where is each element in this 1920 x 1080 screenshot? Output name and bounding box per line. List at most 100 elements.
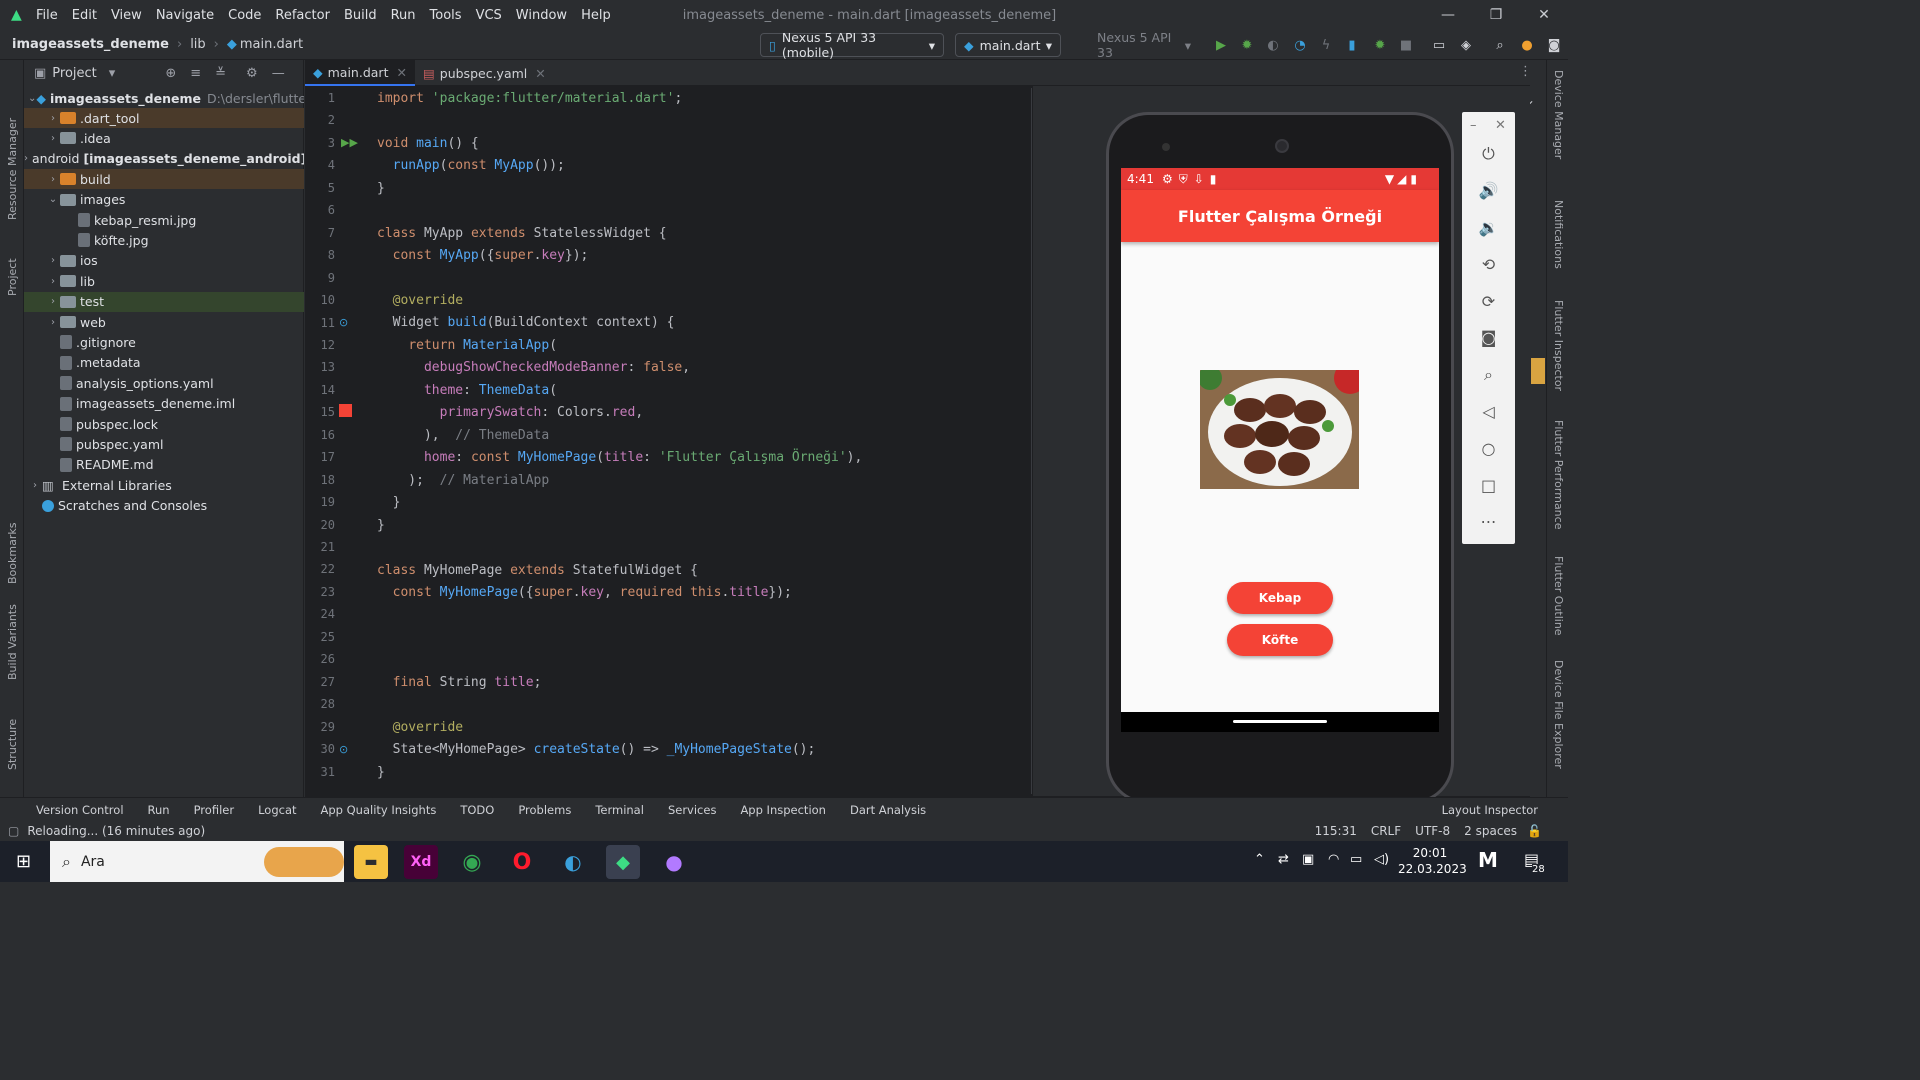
debug-icon[interactable]: ✹ [1239,37,1255,53]
indent-setting[interactable]: 2 spaces [1464,824,1517,838]
chevron-right-icon[interactable]: ⌄ [46,194,60,205]
updates-icon[interactable]: ● [1519,37,1535,53]
collapse-all-icon[interactable]: ≚ [215,66,226,81]
chrome-icon[interactable]: ◉ [455,845,489,879]
project-panel-title[interactable]: Project [52,66,96,81]
tree-root[interactable]: ⌄ ◆ imageassets_deneme D:\dersler\flutte… [24,88,304,108]
menu-run[interactable]: Run [391,8,416,23]
project-tree-item[interactable]: köfte.jpg [24,230,304,250]
device-manager-tab[interactable]: Device Manager [1552,70,1565,159]
chevron-right-icon[interactable]: › [46,133,60,144]
project-tree-item[interactable]: › lib [24,271,304,291]
opera-icon[interactable]: O [505,845,539,879]
profile-icon[interactable]: ◔ [1292,37,1308,53]
tray-chevron-up-icon[interactable]: ⌃ [1254,852,1265,867]
tray-display-icon[interactable]: ▣ [1302,852,1314,867]
chevron-right-icon[interactable]: › [46,113,60,124]
version-control-tab[interactable]: Version Control [36,803,124,817]
run-icon[interactable]: ▶ [1213,37,1229,53]
menu-vcs[interactable]: VCS [476,8,502,23]
project-tree-item[interactable]: analysis_options.yaml [24,373,304,393]
taskbar-clock[interactable]: 20:01 22.03.2023 [1398,845,1467,877]
project-tree-item[interactable]: Scratches and Consoles [24,496,304,516]
menu-code[interactable]: Code [228,8,261,23]
sdk-manager-icon[interactable]: ◈ [1458,37,1474,53]
chevron-right-icon[interactable]: › [28,480,42,491]
menu-tools[interactable]: Tools [430,8,462,23]
override-gutter-icon[interactable]: ⊙ [339,743,348,756]
resource-manager-tab[interactable]: Resource Manager [6,118,19,220]
menu-file[interactable]: File [36,8,58,23]
flutter-performance-tab[interactable]: Flutter Performance [1552,420,1565,529]
search-icon[interactable]: ⌕ [1492,37,1508,53]
run-tab[interactable]: Run [148,803,170,817]
gear-icon[interactable]: ⚙ [246,66,258,81]
more-tabs-icon[interactable]: ⋮ [1519,64,1532,79]
structure-tab[interactable]: Structure [6,719,19,770]
device-selector[interactable]: ▯ Nexus 5 API 33 (mobile) ▾ [760,30,944,60]
problems-tab[interactable]: Problems [518,803,571,817]
menu-build[interactable]: Build [344,8,377,23]
locate-icon[interactable]: ⊕ [165,66,176,81]
volume-down-icon[interactable]: 🔉 [1462,218,1515,237]
volume-icon[interactable]: ◁) [1374,852,1389,867]
project-tree-item[interactable]: › ios [24,251,304,271]
chevron-right-icon[interactable]: › [46,255,60,266]
expand-all-icon[interactable]: ≡ [190,66,201,81]
power-icon[interactable]: ⏻ [1462,144,1515,164]
app-inspection-tab[interactable]: App Inspection [740,803,826,817]
services-tab[interactable]: Services [668,803,717,817]
file-explorer-icon[interactable]: ▬ [354,845,388,879]
chevron-right-icon[interactable]: › [46,296,60,307]
chevron-right-icon[interactable]: › [24,153,28,164]
menu-navigate[interactable]: Navigate [156,8,214,23]
chevron-right-icon[interactable]: › [46,317,60,328]
minimize-emulator-icon[interactable]: – [1470,118,1477,133]
rotate-right-icon[interactable]: ⟳ [1462,292,1515,311]
attach-icon[interactable]: ▮ [1344,37,1360,53]
flutter-outline-tab[interactable]: Flutter Outline [1552,556,1565,636]
tab-main-dart[interactable]: ◆ main.dart ✕ [305,60,415,86]
breadcrumb-project[interactable]: imageassets_deneme [12,37,169,52]
menu-refactor[interactable]: Refactor [275,8,330,23]
profiler-tab[interactable]: Profiler [194,803,235,817]
tab-pubspec-yaml[interactable]: ▤ pubspec.yaml ✕ [415,60,554,86]
home-gesture-handle[interactable] [1233,720,1327,723]
todo-tab[interactable]: TODO [460,803,494,817]
run-config-selector[interactable]: ◆ main.dart ▾ [955,33,1061,57]
project-tab[interactable]: Project [6,258,19,296]
project-tree-item[interactable]: imageassets_deneme.iml [24,394,304,414]
github-desktop-icon[interactable]: ● [657,845,691,879]
android-studio-taskbar-icon[interactable]: ◆ [606,845,640,879]
code-content[interactable]: import 'package:flutter/material.dart'; … [377,88,1027,794]
flutter-app-icon[interactable]: ◐ [556,845,590,879]
caret-position[interactable]: 115:31 [1315,824,1357,838]
rotate-left-icon[interactable]: ⟲ [1462,255,1515,274]
minimize-button[interactable]: — [1424,0,1472,30]
camera-icon[interactable]: ◙ [1462,328,1515,347]
device-file-explorer-tab[interactable]: Device File Explorer [1552,660,1565,769]
project-tree-item[interactable]: pubspec.yaml [24,434,304,454]
override-gutter-icon[interactable]: ⊙ [339,316,348,329]
taskbar-m-app-icon[interactable]: M [1478,848,1498,872]
project-tree-item[interactable]: kebap_resmi.jpg [24,210,304,230]
chevron-right-icon[interactable]: › [46,174,60,185]
flutter-inspector-tab[interactable]: Flutter Inspector [1552,300,1565,391]
wifi-icon[interactable]: ◠ [1328,852,1339,867]
project-tree-item[interactable]: › .dart_tool [24,108,304,128]
hot-reload-icon[interactable]: ϟ [1318,37,1334,53]
kofte-button[interactable]: Köfte [1227,624,1333,656]
close-emulator-icon[interactable]: ✕ [1495,118,1506,133]
project-tree-item[interactable]: ⌄ images [24,190,304,210]
tray-app-icon[interactable]: ⇄ [1278,852,1289,867]
file-encoding[interactable]: UTF-8 [1415,824,1450,838]
zoom-icon[interactable]: ⌕ [1462,365,1515,385]
adobe-xd-icon[interactable]: Xd [404,845,438,879]
device-manager-icon[interactable]: ▭ [1431,37,1447,53]
device-selector-secondary[interactable]: Nexus 5 API 33 ▾ [1070,30,1200,60]
battery-icon[interactable]: ▭ [1350,852,1362,867]
app-quality-insights-tab[interactable]: App Quality Insights [321,803,437,817]
terminal-tab[interactable]: Terminal [595,803,644,817]
menu-edit[interactable]: Edit [72,8,97,23]
kebap-button[interactable]: Kebap [1227,582,1333,614]
